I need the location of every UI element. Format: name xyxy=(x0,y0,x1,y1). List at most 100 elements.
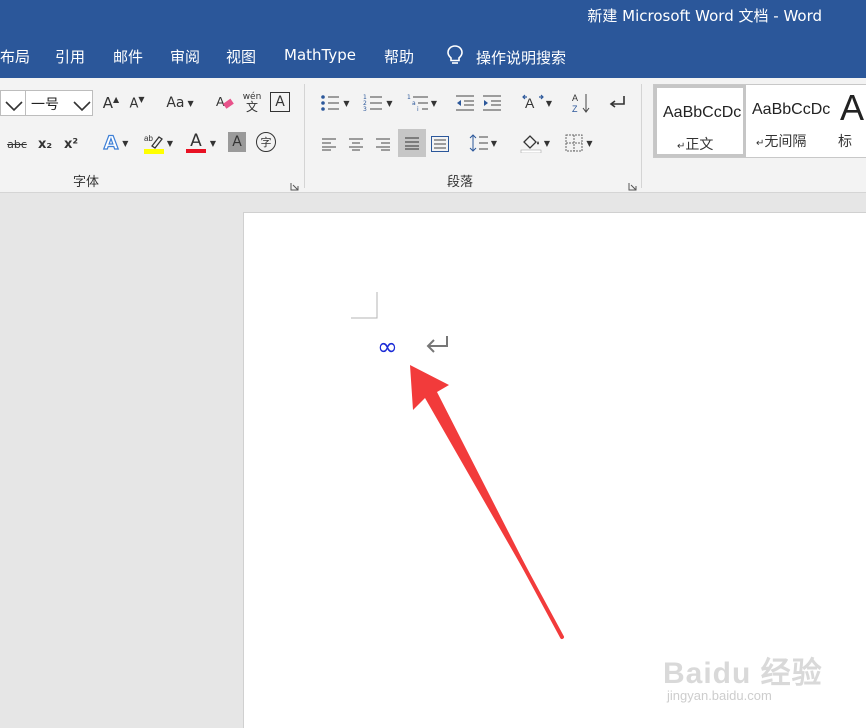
highlighter-icon: ab xyxy=(143,132,165,154)
style-name: ↵正文 xyxy=(677,137,714,153)
chevron-down-icon: ▼ xyxy=(166,138,174,148)
style-name: 标 xyxy=(838,134,852,150)
chinese-layout-button[interactable]: A ▼ xyxy=(518,91,556,115)
superscript-button[interactable]: x² xyxy=(60,133,82,155)
chevron-down-icon: ▼ xyxy=(122,138,129,148)
justify-icon xyxy=(404,136,420,150)
font-name-dropdown-chevron-icon[interactable] xyxy=(5,97,23,116)
chinese-layout-icon: A xyxy=(522,93,544,113)
character-border-button[interactable]: A xyxy=(270,92,290,112)
font-dialog-launcher-icon[interactable] xyxy=(290,176,299,191)
paragraph-shading-button[interactable]: ▼ xyxy=(516,131,554,155)
tab-review[interactable]: 审阅 xyxy=(170,46,200,67)
phonetic-guide-button[interactable]: wén 文 xyxy=(240,89,264,115)
style-no-spacing[interactable]: AaBbCcDc ↵无间隔 xyxy=(746,85,834,157)
svg-text:A: A xyxy=(216,94,225,109)
paragraph-mark-icon xyxy=(609,95,627,111)
tab-mailings[interactable]: 邮件 xyxy=(113,46,143,67)
title-bar: 新建 Microsoft Word 文档 - Word xyxy=(0,0,866,32)
document-text-infinity[interactable]: ∞ xyxy=(377,332,398,361)
character-shading-button[interactable]: A xyxy=(228,132,246,152)
align-left-button[interactable] xyxy=(318,133,340,155)
chevron-down-icon: ▼ xyxy=(430,98,438,108)
borders-button[interactable]: ▼ xyxy=(560,131,598,155)
tab-help[interactable]: 帮助 xyxy=(384,46,414,67)
borders-icon xyxy=(565,134,583,152)
enclose-characters-button[interactable]: 字 xyxy=(256,132,276,152)
chevron-down-icon: ▼ xyxy=(386,98,393,108)
svg-text:Z: Z xyxy=(572,104,578,114)
character-shading-icon: A xyxy=(232,134,242,150)
distributed-button[interactable] xyxy=(429,133,451,155)
align-center-button[interactable] xyxy=(345,133,367,155)
align-right-icon xyxy=(375,137,391,151)
bullets-button[interactable]: ▼ xyxy=(316,91,354,115)
chevron-down-icon: ▼ xyxy=(209,138,217,148)
tab-references[interactable]: 引用 xyxy=(55,46,85,67)
strikethrough-icon: abc xyxy=(7,137,27,151)
subscript-icon: x₂ xyxy=(37,136,53,152)
strikethrough-button[interactable]: abc xyxy=(4,133,30,155)
style-normal[interactable]: AaBbCcDc ↵正文 xyxy=(654,85,746,157)
decrease-indent-icon xyxy=(455,94,475,112)
watermark-brand: Baidu 经验 xyxy=(663,657,823,690)
ribbon-separator xyxy=(304,84,305,188)
font-size-value: 一号 xyxy=(31,97,59,113)
numbering-button[interactable]: 123 ▼ xyxy=(359,91,397,115)
increase-indent-button[interactable] xyxy=(481,91,503,115)
text-effects-button[interactable]: A ▼ xyxy=(98,130,134,156)
style-heading[interactable]: A 标 xyxy=(834,85,866,157)
tab-view[interactable]: 视图 xyxy=(226,46,256,67)
svg-text:1: 1 xyxy=(407,94,411,101)
numbering-icon: 123 xyxy=(363,94,383,112)
text-effects-icon: A xyxy=(103,131,119,154)
character-border-icon: A xyxy=(275,94,285,110)
margin-corner-mark xyxy=(351,292,378,319)
svg-text:A: A xyxy=(572,93,578,103)
chevron-down-icon: ▼ xyxy=(545,98,553,108)
tell-me-search[interactable]: 操作说明搜索 xyxy=(446,44,566,70)
svg-text:a: a xyxy=(412,100,416,107)
grow-font-button[interactable]: A▲ xyxy=(100,92,122,114)
shrink-font-button[interactable]: A▼ xyxy=(126,92,148,114)
chevron-down-icon: ▼ xyxy=(586,138,593,148)
superscript-icon: x² xyxy=(63,136,79,152)
change-case-button[interactable]: Aa ▼ xyxy=(162,92,198,114)
font-size-combo[interactable]: 一号 xyxy=(0,90,93,116)
enclose-characters-icon: 字 xyxy=(260,136,272,149)
multilevel-list-button[interactable]: 1ai ▼ xyxy=(403,91,441,115)
justify-button[interactable] xyxy=(398,129,426,157)
tab-layout[interactable]: 布局 xyxy=(0,46,30,67)
paint-bucket-icon xyxy=(520,133,542,153)
svg-text:i: i xyxy=(417,106,419,112)
paragraph-mark-icon xyxy=(426,336,448,353)
chevron-down-icon: ▼ xyxy=(543,138,551,148)
clear-formatting-button[interactable]: A xyxy=(214,91,236,115)
chevron-down-icon: ▼ xyxy=(490,138,498,148)
font-size-chevron-icon[interactable] xyxy=(73,97,91,116)
show-hide-marks-button[interactable] xyxy=(607,91,629,115)
sort-button[interactable]: A Z xyxy=(570,91,592,115)
eraser-icon: A xyxy=(215,93,235,113)
paragraph-dialog-launcher-icon[interactable] xyxy=(628,176,637,191)
svg-text:ab: ab xyxy=(144,134,153,143)
line-spacing-button[interactable]: ▼ xyxy=(464,131,502,155)
highlight-color-button[interactable]: ab ▼ xyxy=(140,130,176,156)
distributed-icon xyxy=(431,136,449,152)
combo-divider xyxy=(25,91,26,115)
chevron-down-icon: ▼ xyxy=(187,98,194,108)
ribbon-separator xyxy=(641,84,642,188)
align-center-icon xyxy=(348,137,364,151)
shrink-font-icon: A▼ xyxy=(129,94,145,112)
paragraph-group-label: 段落 xyxy=(447,175,474,190)
svg-text:3: 3 xyxy=(363,106,367,112)
subscript-button[interactable]: x₂ xyxy=(34,133,56,155)
align-right-button[interactable] xyxy=(372,133,394,155)
decrease-indent-button[interactable] xyxy=(454,91,476,115)
tab-mathtype[interactable]: MathType xyxy=(284,46,356,64)
ribbon-tabs: 布局 引用 邮件 审阅 视图 MathType 帮助 操作说明搜索 xyxy=(0,32,866,78)
lightbulb-icon xyxy=(446,44,464,70)
align-left-icon xyxy=(321,137,337,151)
tell-me-label: 操作说明搜索 xyxy=(476,48,567,67)
font-color-button[interactable]: A ▼ xyxy=(183,130,219,156)
